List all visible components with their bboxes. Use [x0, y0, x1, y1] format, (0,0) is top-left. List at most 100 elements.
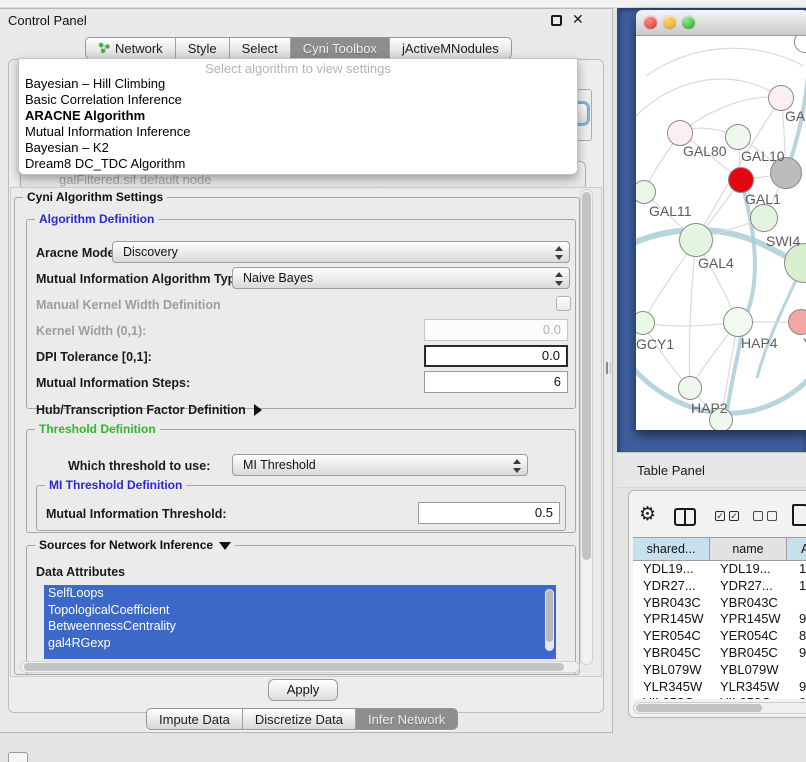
control-panel-titlebar: Control Panel ✕ — [0, 9, 612, 33]
tab-cyni-toolbox[interactable]: Cyni Toolbox — [291, 38, 390, 58]
float-window-icon[interactable] — [551, 15, 562, 26]
panel-divider-handle[interactable] — [606, 362, 611, 374]
attribute-item-selected[interactable]: gal4RGexp — [44, 635, 556, 652]
table-row[interactable]: YBR045CYBR045C9. — [633, 645, 806, 662]
table-header-row: shared... name A — [633, 537, 806, 561]
group-title: Cyni Algorithm Settings — [23, 190, 167, 204]
close-window-icon[interactable] — [644, 16, 657, 29]
which-threshold-combo[interactable]: MI Threshold — [232, 454, 528, 476]
tab-impute-data[interactable]: Impute Data — [147, 709, 243, 729]
mi-steps-input[interactable]: 6 — [424, 371, 568, 393]
kernel-width-input[interactable]: 0.0 — [424, 319, 568, 341]
network-node[interactable] — [723, 307, 753, 337]
network-node-label: GAL1 — [745, 191, 781, 207]
attribute-item-selected[interactable]: BetweennessCentrality — [44, 618, 556, 635]
dropdown-item[interactable]: Bayesian – Hill Climbing — [19, 76, 577, 92]
scrollbar-thumb[interactable] — [636, 704, 762, 712]
network-node[interactable] — [750, 204, 778, 232]
app-top-strip — [0, 0, 806, 8]
minimize-window-icon[interactable] — [663, 16, 676, 29]
mi-algorithm-type-combo[interactable]: Naive Bayes — [232, 267, 570, 289]
columns-icon[interactable] — [674, 508, 696, 526]
table-body: YDL19...YDL19...13 YDR27...YDR27...12 YB… — [633, 561, 806, 699]
spinner-arrows-icon — [555, 246, 563, 260]
network-node-label: GAL80 — [683, 143, 727, 159]
tab-select[interactable]: Select — [230, 38, 291, 58]
group-title: Algorithm Definition — [35, 212, 158, 226]
table-row[interactable]: YDL19...YDL19...13 — [633, 561, 806, 578]
table-row[interactable]: YBL079WYBL079W — [633, 662, 806, 679]
scrollbar-thumb[interactable] — [582, 192, 591, 560]
tab-jactivemnodules[interactable]: jActiveMNodules — [390, 38, 511, 58]
tab-infer-network[interactable]: Infer Network — [356, 709, 457, 729]
mi-steps-label: Mutual Information Steps: — [36, 376, 190, 390]
aracne-mode-combo[interactable]: Discovery — [112, 241, 570, 263]
dropdown-item[interactable]: Dream8 DC_TDC Algorithm — [19, 156, 577, 172]
table-row[interactable]: YPR145WYPR145W9. — [633, 611, 806, 628]
table-row[interactable]: YLR345WYLR345W9. — [633, 679, 806, 696]
network-window-titlebar[interactable] — [636, 10, 806, 36]
table-row[interactable]: YBR043CYBR043C — [633, 595, 806, 612]
table-row[interactable]: YDR27...YDR27...12 — [633, 578, 806, 595]
settings-vertical-scrollbar[interactable] — [580, 189, 593, 665]
spinner-arrows-icon — [513, 459, 521, 473]
network-node[interactable] — [678, 376, 702, 400]
attribute-item-selected[interactable]: SelfLoops — [44, 585, 556, 602]
group-title: Sources for Network Inference — [35, 538, 235, 552]
gear-icon[interactable]: ⚙ — [639, 503, 656, 525]
control-panel-tabs: Network Style Select Cyni Toolbox jActiv… — [85, 37, 512, 59]
dpi-tolerance-label: DPI Tolerance [0,1]: — [36, 350, 152, 364]
deselect-all-checkboxes-icon[interactable] — [753, 511, 777, 521]
table-panel: ⚙ ✓✓ shared... name A YDL19...YDL19...13… — [628, 490, 806, 718]
spinner-arrows-icon — [555, 272, 563, 286]
attributes-vertical-scrollbar[interactable] — [545, 589, 554, 651]
mi-threshold-input[interactable]: 0.5 — [418, 502, 560, 524]
network-node-label: GAL — [785, 108, 806, 124]
dropdown-item[interactable]: Basic Correlation Inference — [19, 92, 577, 108]
network-node-label: GCY1 — [636, 336, 674, 352]
column-header-name[interactable]: name — [710, 538, 787, 560]
network-desktop: GALGAL80GAL10GAL1GAL11SWI4GAL4GCY1HAP4YH… — [617, 8, 806, 452]
attribute-item-selected[interactable]: TopologicalCoefficient — [44, 602, 556, 619]
dropdown-item[interactable]: Bayesian – K2 — [19, 140, 577, 156]
dropdown-item[interactable]: Mutual Information Inference — [19, 124, 577, 140]
dropdown-item-selected[interactable]: ARACNE Algorithm — [19, 108, 577, 124]
scrollbar-thumb[interactable] — [24, 663, 564, 671]
minimized-panel-icon[interactable] — [8, 752, 28, 762]
zoom-window-icon[interactable] — [682, 16, 695, 29]
which-threshold-label: Which threshold to use: — [68, 459, 210, 473]
network-canvas[interactable]: GALGAL80GAL10GAL1GAL11SWI4GAL4GCY1HAP4YH… — [636, 36, 806, 430]
select-all-checkboxes-icon[interactable]: ✓✓ — [715, 511, 739, 521]
tab-style[interactable]: Style — [176, 38, 230, 58]
network-icon — [98, 42, 111, 54]
group-title: MI Threshold Definition — [45, 478, 186, 492]
table-panel-header: Table Panel — [617, 452, 806, 488]
document-icon[interactable] — [792, 504, 806, 526]
close-panel-icon[interactable]: ✕ — [572, 11, 584, 28]
dpi-tolerance-input[interactable]: 0.0 — [424, 345, 568, 367]
table-horizontal-scrollbar[interactable] — [633, 702, 806, 714]
column-header-clipped[interactable]: A — [787, 538, 806, 560]
hub-definition-toggle[interactable]: Hub/Transcription Factor Definition — [36, 403, 262, 417]
network-node[interactable] — [728, 167, 754, 193]
algorithm-dropdown-list: Select algorithm to view settings Bayesi… — [18, 58, 578, 175]
tab-discretize-data[interactable]: Discretize Data — [243, 709, 356, 729]
settings-horizontal-scrollbar[interactable] — [20, 661, 580, 673]
data-attributes-list: SelfLoops TopologicalCoefficient Between… — [44, 585, 556, 659]
network-node-label: SWI4 — [766, 233, 800, 249]
table-row[interactable]: YER054CYER054C8. — [633, 628, 806, 645]
control-panel-window: Control Panel ✕ Network Style Select Cyn… — [0, 8, 613, 733]
network-node-label: GAL10 — [741, 148, 785, 164]
data-attributes-label: Data Attributes — [36, 565, 125, 579]
column-header-shared-name[interactable]: shared... — [633, 538, 710, 560]
tab-network[interactable]: Network — [86, 38, 176, 58]
manual-kernel-width-label: Manual Kernel Width Definition — [36, 298, 221, 312]
dropdown-placeholder: Select algorithm to view settings — [19, 59, 577, 76]
control-panel-title: Control Panel — [8, 13, 87, 28]
scrollbar-thumb[interactable] — [546, 590, 553, 642]
apply-button[interactable]: Apply — [268, 679, 338, 701]
network-node[interactable] — [725, 124, 751, 150]
table-row[interactable]: YIL052CYIL052C9 — [633, 695, 806, 699]
manual-kernel-width-checkbox[interactable] — [556, 296, 571, 311]
network-node[interactable] — [679, 223, 713, 257]
